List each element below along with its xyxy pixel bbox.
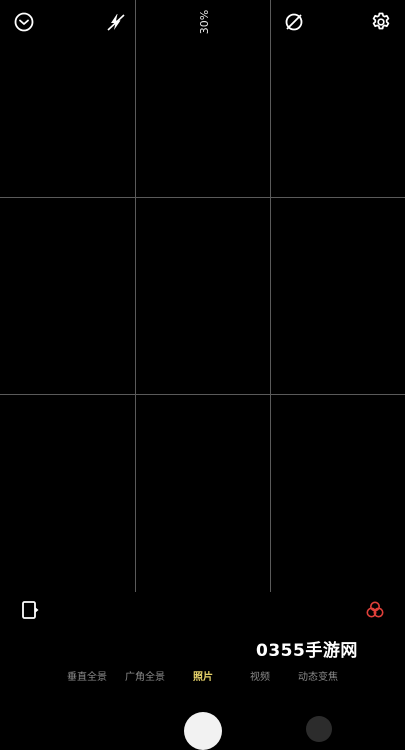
grid-line xyxy=(135,0,136,592)
grid-line xyxy=(0,197,405,198)
grid-line xyxy=(270,0,271,592)
flash-off-icon[interactable] xyxy=(104,10,128,34)
filter-off-icon[interactable] xyxy=(282,10,306,34)
shutter-button[interactable] xyxy=(184,712,222,750)
mode-selector: 垂直全景 广角全景 照片 视频 动态变焦 xyxy=(0,668,405,686)
beauty-effects-icon[interactable] xyxy=(363,598,387,622)
mode-video[interactable]: 视频 xyxy=(250,668,270,683)
gear-icon[interactable] xyxy=(369,10,393,34)
zoom-level[interactable]: 30% xyxy=(190,10,218,34)
switch-camera-icon[interactable] xyxy=(18,598,42,622)
mode-dynamic-zoom[interactable]: 动态变焦 xyxy=(298,668,338,683)
timer-icon[interactable] xyxy=(12,10,36,34)
mode-wide-panorama[interactable]: 广角全景 xyxy=(125,668,165,683)
viewfinder[interactable] xyxy=(0,0,405,592)
mode-vertical-panorama[interactable]: 垂直全景 xyxy=(67,668,107,683)
mode-photo[interactable]: 照片 xyxy=(193,668,213,683)
grid-line xyxy=(0,394,405,395)
watermark: 0355手游网 xyxy=(256,641,358,661)
